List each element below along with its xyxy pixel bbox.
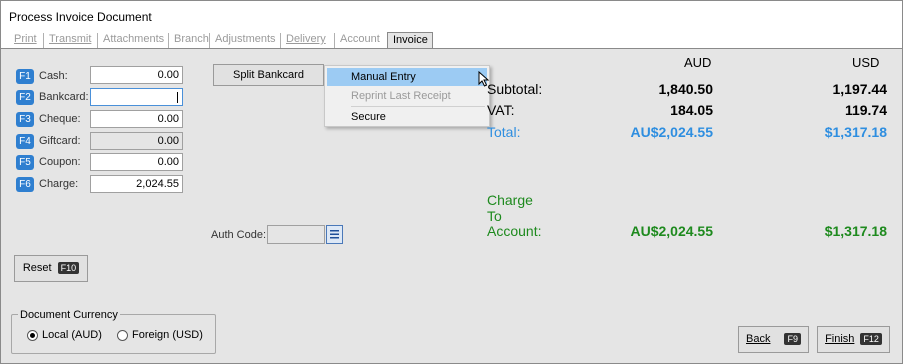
charge-to-account-aud: AU$2,024.55 bbox=[630, 223, 713, 239]
vat-usd: 119.74 bbox=[844, 102, 887, 118]
back-shortcut-key: F9 bbox=[784, 333, 801, 346]
coupon-label: Coupon: bbox=[39, 156, 81, 168]
tab-invoice[interactable]: Invoice bbox=[387, 32, 433, 49]
usd-column-header: USD bbox=[852, 55, 880, 70]
cheque-input[interactable]: 0.00 bbox=[90, 110, 183, 128]
reset-button[interactable]: Reset F10 bbox=[14, 255, 88, 282]
finish-button[interactable]: Finish F12 bbox=[817, 326, 890, 353]
tab-transmit[interactable]: Transmit bbox=[43, 33, 95, 48]
foreign-usd-label[interactable]: Foreign (USD) bbox=[132, 329, 203, 341]
f3-key-badge[interactable]: F3 bbox=[16, 112, 34, 127]
f2-key-badge[interactable]: F2 bbox=[16, 90, 34, 105]
subtotal-label: Subtotal: bbox=[487, 81, 543, 97]
tab-adjustments[interactable]: Adjustments bbox=[209, 33, 280, 48]
charge-to-account-label-line3: Account: bbox=[487, 223, 542, 239]
window-title: Process Invoice Document bbox=[9, 10, 152, 24]
tab-strip: Print Transmit Attachments Branch Adjust… bbox=[1, 30, 902, 49]
bankcard-input[interactable] bbox=[90, 88, 183, 106]
vat-aud: 184.05 bbox=[670, 102, 713, 118]
bankcard-label: Bankcard: bbox=[39, 91, 89, 103]
total-usd: $1,317.18 bbox=[824, 124, 887, 140]
f1-key-badge[interactable]: F1 bbox=[16, 69, 34, 84]
total-aud: AU$2,024.55 bbox=[630, 124, 713, 140]
split-bankcard-button[interactable]: Split Bankcard bbox=[213, 64, 324, 86]
auth-code-label: Auth Code: bbox=[211, 229, 267, 241]
menu-item-manual-entry[interactable]: Manual Entry bbox=[327, 68, 487, 86]
aud-column-header: AUD bbox=[684, 55, 712, 70]
subtotal-usd: 1,197.44 bbox=[832, 81, 888, 97]
cash-input[interactable]: 0.00 bbox=[90, 66, 183, 84]
giftcard-label: Giftcard: bbox=[39, 135, 81, 147]
local-aud-radio[interactable] bbox=[27, 330, 38, 341]
process-invoice-window: Process Invoice Document Print Transmit … bbox=[0, 0, 903, 364]
finish-label: Finish bbox=[825, 333, 855, 345]
charge-to-account-label-line2: To bbox=[487, 208, 502, 224]
f6-key-badge[interactable]: F6 bbox=[16, 177, 34, 192]
text-caret bbox=[177, 92, 178, 103]
auth-code-list-button[interactable] bbox=[326, 225, 343, 244]
charge-input[interactable]: 2,024.55 bbox=[90, 175, 183, 193]
tab-print[interactable]: Print bbox=[9, 33, 41, 48]
total-label: Total: bbox=[487, 124, 521, 140]
list-icon bbox=[330, 230, 339, 239]
giftcard-input[interactable]: 0.00 bbox=[90, 132, 183, 150]
vat-label: VAT: bbox=[487, 102, 515, 118]
document-currency-legend: Document Currency bbox=[18, 309, 120, 321]
menu-item-secure[interactable]: Secure bbox=[327, 108, 487, 126]
foreign-usd-radio[interactable] bbox=[117, 330, 128, 341]
finish-shortcut-key: F12 bbox=[860, 333, 882, 346]
charge-to-account-usd: $1,317.18 bbox=[824, 223, 887, 239]
tab-account[interactable]: Account bbox=[334, 33, 384, 48]
f4-key-badge[interactable]: F4 bbox=[16, 134, 34, 149]
reset-shortcut-key: F10 bbox=[57, 262, 80, 275]
local-aud-label[interactable]: Local (AUD) bbox=[42, 329, 102, 341]
tab-attachments[interactable]: Attachments bbox=[97, 33, 168, 48]
charge-to-account-label-line1: Charge bbox=[487, 192, 533, 208]
menu-item-reprint-last-receipt[interactable]: Reprint Last Receipt bbox=[327, 87, 487, 105]
tab-delivery[interactable]: Delivery bbox=[280, 33, 330, 48]
bankcard-dropdown-menu: Manual Entry Reprint Last Receipt Secure bbox=[324, 65, 490, 127]
title-bar: Process Invoice Document bbox=[1, 1, 902, 30]
back-label: Back bbox=[746, 333, 771, 345]
coupon-input[interactable]: 0.00 bbox=[90, 153, 183, 171]
cash-label: Cash: bbox=[39, 70, 68, 82]
f5-key-badge[interactable]: F5 bbox=[16, 155, 34, 170]
back-button[interactable]: Back F9 bbox=[738, 326, 809, 353]
subtotal-aud: 1,840.50 bbox=[658, 81, 714, 97]
tab-branch[interactable]: Branch bbox=[168, 33, 213, 48]
reset-label: Reset bbox=[22, 262, 52, 274]
menu-separator bbox=[351, 106, 485, 107]
cheque-label: Cheque: bbox=[39, 113, 81, 125]
charge-label: Charge: bbox=[39, 178, 79, 190]
auth-code-input[interactable] bbox=[267, 225, 325, 244]
